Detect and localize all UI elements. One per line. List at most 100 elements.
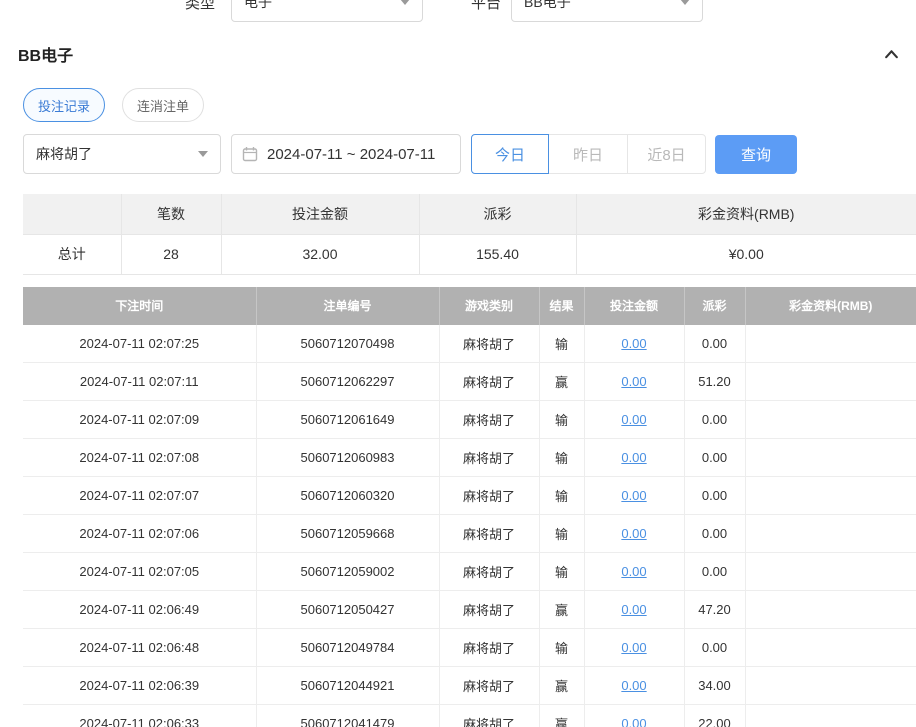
cell-payout: 0.00 [684,477,745,515]
cell-bet-amount: 0.00 [584,439,684,477]
tab-bet-records[interactable]: 投注记录 [23,88,105,122]
game-select[interactable]: 麻将胡了 [23,134,221,174]
cell-payout: 0.00 [684,439,745,477]
summary-total-row: 总计 28 32.00 155.40 ¥0.00 [23,234,916,274]
bet-amount-link[interactable]: 0.00 [621,716,646,727]
bet-amount-link[interactable]: 0.00 [621,336,646,351]
cell-order-id: 5060712041479 [256,705,439,727]
chevron-down-icon [680,0,690,5]
cell-bonus [745,363,916,401]
cell-bonus [745,515,916,553]
bet-amount-link[interactable]: 0.00 [621,412,646,427]
cell-game-type: 麻将胡了 [439,515,539,553]
records-header-bet-amount: 投注金额 [584,287,684,325]
top-filter-strip: 类型 电子 平台 BB电子 [0,0,916,22]
cell-game-type: 麻将胡了 [439,667,539,705]
cell-game-type: 麻将胡了 [439,439,539,477]
cell-bet-amount: 0.00 [584,629,684,667]
cell-bonus [745,629,916,667]
cell-bet-time: 2024-07-11 02:07:11 [23,363,256,401]
table-row: 2024-07-11 02:07:085060712060983麻将胡了输 0.0… [23,439,916,477]
cell-bet-time: 2024-07-11 02:06:48 [23,629,256,667]
records-header-row: 下注时间 注单编号 游戏类别 结果 投注金额 派彩 彩金资料(RMB) [23,287,916,325]
cell-bet-time: 2024-07-11 02:07:08 [23,439,256,477]
bet-amount-link[interactable]: 0.00 [621,640,646,655]
cell-bet-amount: 0.00 [584,325,684,363]
date-range-input[interactable]: 2024-07-11 ~ 2024-07-11 [231,134,461,174]
cell-game-type: 麻将胡了 [439,325,539,363]
cell-result: 输 [539,439,584,477]
cell-order-id: 5060712070498 [256,325,439,363]
cell-bet-time: 2024-07-11 02:07:05 [23,553,256,591]
cell-bonus [745,591,916,629]
cell-bet-amount: 0.00 [584,401,684,439]
cell-order-id: 5060712061649 [256,401,439,439]
records-header-result: 结果 [539,287,584,325]
summary-total-payout: 155.40 [419,234,576,274]
cell-payout: 34.00 [684,667,745,705]
chevron-down-icon [198,151,208,157]
summary-header-count: 笔数 [121,194,221,234]
bet-amount-link[interactable]: 0.00 [621,374,646,389]
summary-table: 笔数 投注金额 派彩 彩金资料(RMB) 总计 28 32.00 155.40 … [23,194,916,275]
calendar-icon [242,146,258,162]
cell-bet-time: 2024-07-11 02:07:09 [23,401,256,439]
platform-select[interactable]: BB电子 [511,0,703,22]
search-button[interactable]: 查询 [715,135,797,174]
records-header-game-type: 游戏类别 [439,287,539,325]
table-row: 2024-07-11 02:07:055060712059002麻将胡了输0.0… [23,553,916,591]
cell-order-id: 5060712060320 [256,477,439,515]
bet-amount-link[interactable]: 0.00 [621,602,646,617]
platform-label: 平台 [471,0,501,13]
chevron-down-icon [400,0,410,5]
cell-bonus [745,667,916,705]
cell-payout: 0.00 [684,515,745,553]
records-header-bet-time: 下注时间 [23,287,256,325]
records-header-order-id: 注单编号 [256,287,439,325]
bet-amount-link[interactable]: 0.00 [621,678,646,693]
section-title: BB电子 [18,42,73,66]
cell-game-type: 麻将胡了 [439,401,539,439]
cell-bet-amount: 0.00 [584,477,684,515]
cell-payout: 0.00 [684,325,745,363]
section-header: BB电子 [18,43,900,65]
quick-range-today[interactable]: 今日 [471,134,549,174]
cell-result: 输 [539,553,584,591]
table-row: 2024-07-11 02:07:115060712062297麻将胡了赢0.0… [23,363,916,401]
records-table-body: 2024-07-11 02:07:255060712070498麻将胡了输0.0… [23,325,916,727]
cell-result: 输 [539,401,584,439]
quick-range-group: 今日 昨日 近8日 [471,134,706,174]
cell-result: 输 [539,477,584,515]
summary-total-bet-amount: 32.00 [221,234,419,274]
cell-order-id: 5060712062297 [256,363,439,401]
tab-cancelled-orders[interactable]: 连消注单 [122,88,204,122]
cell-bet-time: 2024-07-11 02:06:33 [23,705,256,727]
table-row: 2024-07-11 02:07:095060712061649麻将胡了输 0.0… [23,401,916,439]
cell-result: 赢 [539,667,584,705]
cell-order-id: 5060712059668 [256,515,439,553]
cell-order-id: 5060712050427 [256,591,439,629]
bet-amount-link[interactable]: 0.00 [621,450,646,465]
summary-header-payout: 派彩 [419,194,576,234]
cell-payout: 47.20 [684,591,745,629]
summary-header-bet-amount: 投注金额 [221,194,419,234]
game-select-value: 麻将胡了 [36,144,92,164]
type-select[interactable]: 电子 [231,0,423,22]
bet-amount-link[interactable]: 0.00 [621,526,646,541]
cell-bet-time: 2024-07-11 02:07:07 [23,477,256,515]
table-row: 2024-07-11 02:06:485060712049784麻将胡了输0.0… [23,629,916,667]
bet-amount-link[interactable]: 0.00 [621,564,646,579]
cell-bonus [745,439,916,477]
table-row: 2024-07-11 02:07:075060712060320麻将胡了输0.0… [23,477,916,515]
cell-bonus [745,401,916,439]
bet-amount-link[interactable]: 0.00 [621,488,646,503]
filter-bar: 麻将胡了 2024-07-11 ~ 2024-07-11 今日 昨日 近8日 查… [23,134,916,174]
summary-header-blank [23,194,121,234]
quick-range-last8days[interactable]: 近8日 [627,134,706,174]
collapse-chevron-up-icon[interactable] [883,46,900,63]
cell-bet-time: 2024-07-11 02:07:06 [23,515,256,553]
quick-range-yesterday[interactable]: 昨日 [548,134,628,174]
cell-order-id: 5060712060983 [256,439,439,477]
cell-bet-amount: 0.00 [584,667,684,705]
type-select-value: 电子 [244,0,272,12]
